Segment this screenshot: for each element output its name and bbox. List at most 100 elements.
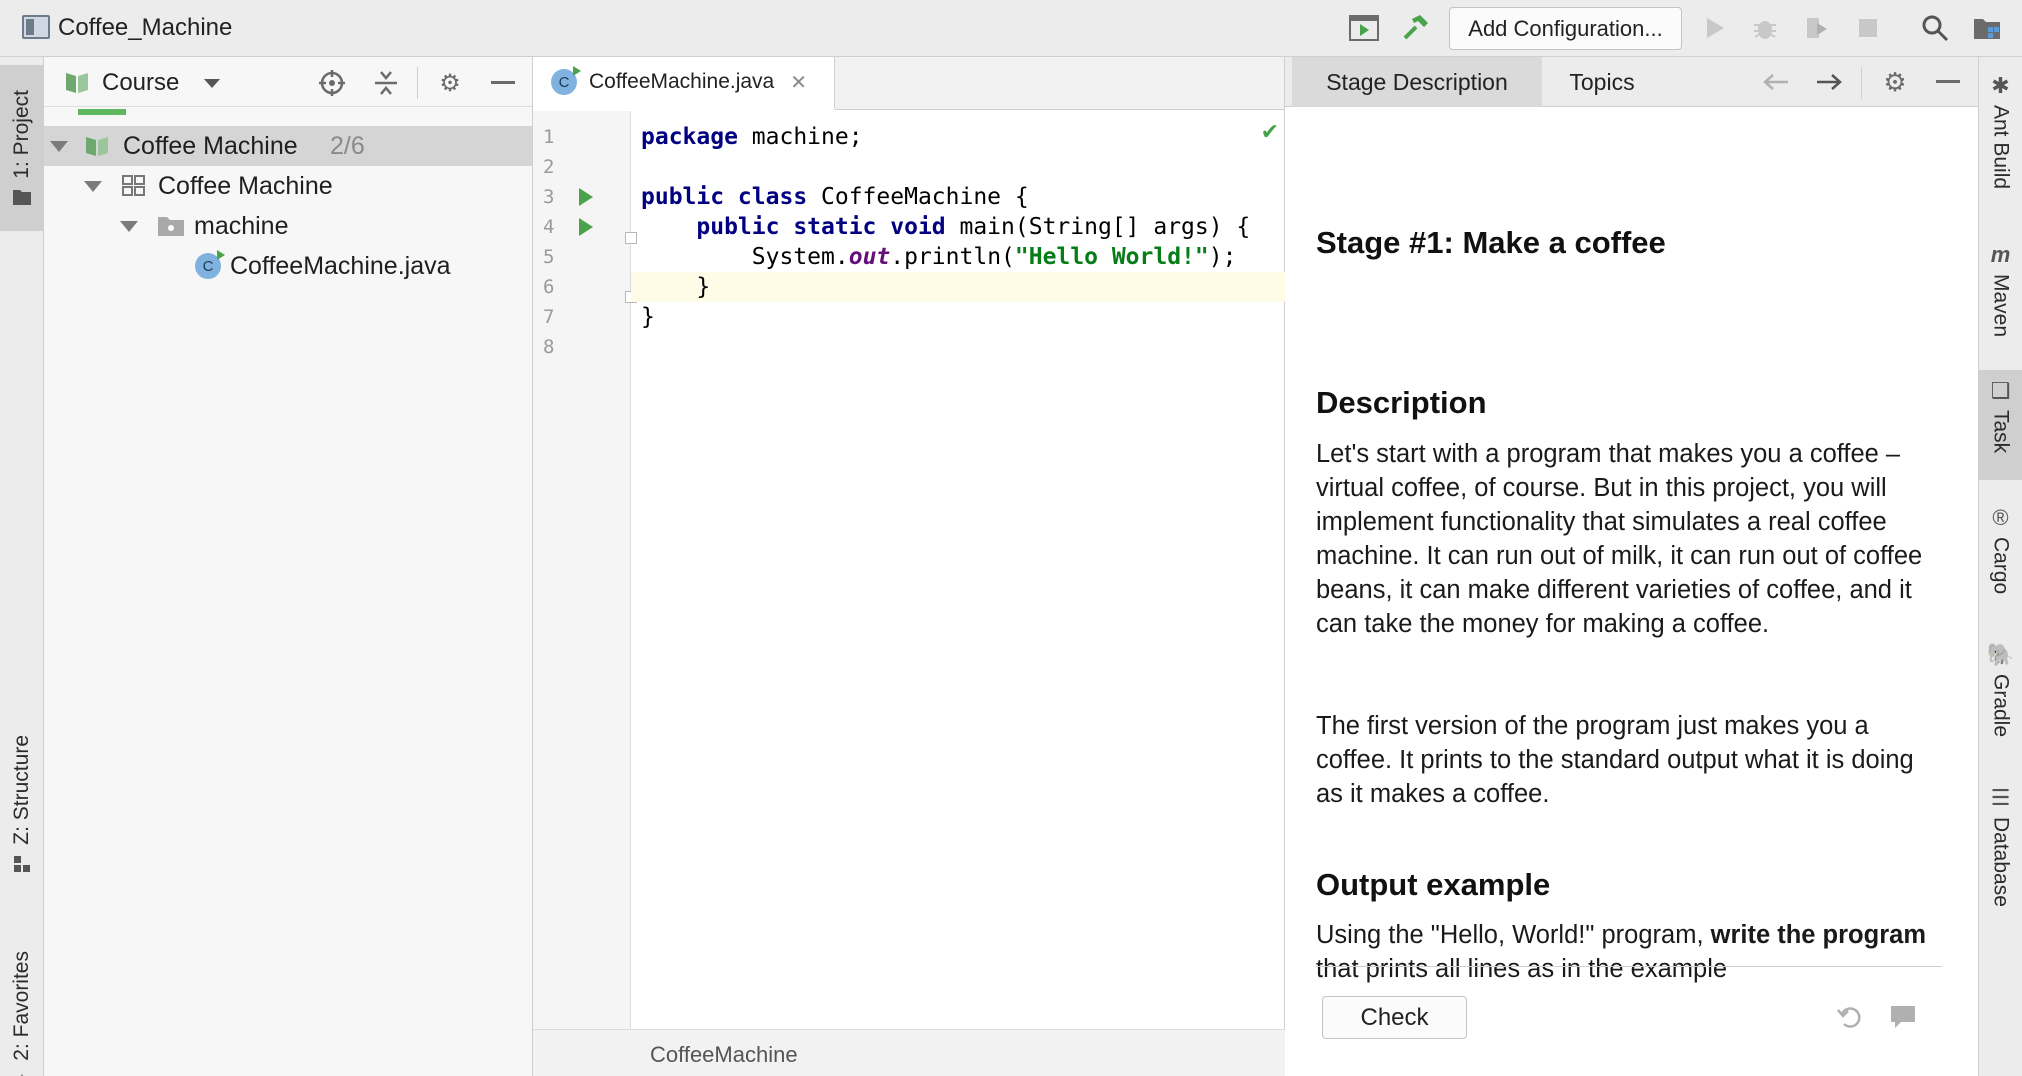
expand-arrow-icon[interactable] <box>50 141 68 152</box>
left-tool-strip: 1: Project Z: Structure 2: Favorites ★ <box>0 57 44 1076</box>
line-number: 4 <box>543 216 555 238</box>
tab-project[interactable]: 1: Project <box>0 65 44 231</box>
database-icon: ☰ <box>1990 785 2011 810</box>
tab-cargo-label: Cargo <box>1989 537 2013 595</box>
minimize-icon[interactable] <box>487 67 519 99</box>
tab-favorites[interactable]: 2: Favorites ★ <box>0 937 44 1076</box>
reset-icon[interactable] <box>1834 1001 1866 1033</box>
cargo-icon: ® <box>1992 505 2009 530</box>
minimize-icon[interactable] <box>1932 66 1964 98</box>
java-class-icon: C <box>551 66 581 95</box>
tab-favorites-label: 2: Favorites <box>10 951 33 1061</box>
tab-gradle[interactable]: 🐘 Gradle <box>1979 642 2022 792</box>
tab-project-label: 1: Project <box>10 89 33 179</box>
book-icon: ❑ <box>1990 378 2011 403</box>
project-window-icon <box>22 15 50 39</box>
line-number: 8 <box>543 336 555 358</box>
line-number: 1 <box>543 126 555 148</box>
course-book-icon <box>66 73 88 93</box>
structure-icon <box>14 856 30 873</box>
run-icon[interactable] <box>1699 13 1731 43</box>
output-example-heading: Output example <box>1316 867 1551 902</box>
project-structure-icon[interactable] <box>1971 13 2003 43</box>
code-line-1: package machine; <box>641 124 863 150</box>
arrow-left-icon[interactable] <box>1760 66 1792 98</box>
maven-icon: m <box>1990 242 2011 267</box>
editor-breadcrumb-bar: CoffeeMachine <box>533 1029 1285 1076</box>
line-number: 6 <box>543 276 555 298</box>
tab-structure[interactable]: Z: Structure <box>0 697 44 912</box>
check-button[interactable]: Check <box>1322 996 1467 1039</box>
java-class-icon: C <box>195 250 225 279</box>
task-footer-divider <box>1316 966 1942 967</box>
gear-icon[interactable]: ⚙ <box>1879 66 1911 98</box>
build-hammer-icon[interactable] <box>1399 13 1431 43</box>
project-panel: Course ⚙ Coffee Machine 2/6 Coffee Machi… <box>44 57 533 1076</box>
editor-gutter: 1 2 3 4 5 6 7 8 <box>533 111 637 1029</box>
code-line-6: } <box>631 272 1285 302</box>
folder-icon <box>13 190 31 206</box>
code-line-3: public class CoffeeMachine { <box>641 184 1029 210</box>
tab-ant-build-label: Ant Build <box>1989 105 2013 190</box>
stage-title: Stage #1: Make a coffee <box>1316 225 1666 260</box>
arrow-right-icon[interactable] <box>1813 66 1845 98</box>
collapse-all-icon[interactable] <box>370 67 402 99</box>
tree-item-label: Coffee Machine <box>158 171 333 200</box>
output-example-paragraph: Using the "Hello, World!" program, write… <box>1316 921 1926 983</box>
description-paragraph-1: Let's start with a program that makes yo… <box>1316 440 1923 638</box>
view-selector[interactable]: Course <box>102 69 179 97</box>
task-tab-bar: Stage Description Topics ⚙ <box>1285 57 1978 107</box>
chevron-down-icon[interactable] <box>204 79 220 88</box>
locate-icon[interactable] <box>316 67 348 99</box>
description-heading: Description <box>1316 385 1487 420</box>
package-folder-icon <box>158 217 184 236</box>
ant-icon: ✱ <box>1991 73 2010 98</box>
tab-task[interactable]: ❑ Task <box>1979 370 2022 480</box>
breadcrumb[interactable]: CoffeeMachine <box>650 1042 798 1068</box>
gear-icon[interactable]: ⚙ <box>434 67 466 99</box>
search-icon[interactable] <box>1919 13 1951 43</box>
add-configuration-button[interactable]: Add Configuration... <box>1449 7 1682 50</box>
code-line-5: System.out.println("Hello World!"); <box>641 244 1237 270</box>
window-title: Coffee_Machine <box>58 14 233 41</box>
tab-stage-description[interactable]: Stage Description <box>1292 57 1542 107</box>
tab-coffeemachine-java[interactable]: C CoffeeMachine.java ✕ <box>533 57 835 110</box>
tab-topics[interactable]: Topics <box>1542 57 1662 107</box>
code-editor: C CoffeeMachine.java ✕ 1 2 3 4 5 6 7 8 ✔… <box>533 57 1285 1076</box>
course-progress-count: 2/6 <box>330 131 365 160</box>
tab-structure-label: Z: Structure <box>10 734 33 845</box>
expand-arrow-icon[interactable] <box>84 181 102 192</box>
line-number: 5 <box>543 246 555 268</box>
tab-gradle-label: Gradle <box>1989 674 2013 738</box>
code-text-area[interactable]: ✔ package machine; public class CoffeeMa… <box>631 111 1285 1029</box>
line-number: 3 <box>543 186 555 208</box>
tab-maven-label: Maven <box>1989 274 2013 338</box>
line-number: 7 <box>543 306 555 328</box>
tab-database-label: Database <box>1989 817 2013 907</box>
run-gutter-icon[interactable] <box>579 188 593 206</box>
tree-item-package[interactable]: machine <box>44 206 532 246</box>
tab-ant-build[interactable]: ✱ Ant Build <box>1979 73 2022 223</box>
right-tool-strip: ✱ Ant Build m Maven ❑ Task ® Cargo 🐘 Gra… <box>1979 57 2022 1076</box>
debug-icon[interactable] <box>1749 13 1781 43</box>
run-with-coverage-icon[interactable] <box>1800 13 1832 43</box>
close-icon[interactable]: ✕ <box>790 70 807 95</box>
description-paragraph-2: The first version of the program just ma… <box>1316 712 1914 808</box>
tree-item-label: Coffee Machine <box>123 131 298 160</box>
run-to-cursor-icon[interactable] <box>1348 13 1380 43</box>
stop-icon[interactable] <box>1852 13 1884 43</box>
tab-database[interactable]: ☰ Database <box>1979 785 2022 985</box>
editor-tab-bar: C CoffeeMachine.java ✕ <box>533 57 1284 110</box>
tree-item-file[interactable]: C CoffeeMachine.java <box>44 246 532 286</box>
code-line-7: } <box>641 304 655 330</box>
comment-icon[interactable] <box>1887 1001 1919 1033</box>
course-book-icon <box>86 137 108 156</box>
tree-item-course[interactable]: Coffee Machine 2/6 <box>44 126 532 166</box>
lesson-grid-icon <box>122 175 145 196</box>
tab-cargo[interactable]: ® Cargo <box>1979 505 2022 645</box>
run-gutter-icon[interactable] <box>579 218 593 236</box>
expand-arrow-icon[interactable] <box>120 221 138 232</box>
course-progress-bar <box>78 109 126 115</box>
tree-item-label: CoffeeMachine.java <box>230 251 451 280</box>
tree-item-lesson[interactable]: Coffee Machine <box>44 166 532 206</box>
